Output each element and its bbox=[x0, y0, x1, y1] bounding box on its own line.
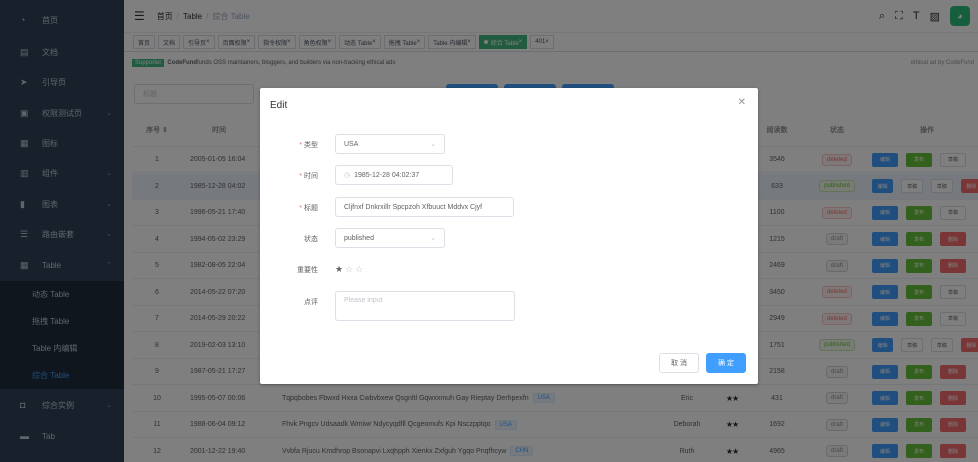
star-icon[interactable]: ☆ bbox=[345, 264, 355, 274]
title-input[interactable]: Cljfnxf Dnkrxillr Spcpzoh Xfbuuct Mddvx … bbox=[335, 197, 514, 217]
confirm-button[interactable]: 确 定 bbox=[706, 353, 746, 373]
star-icon[interactable]: ☆ bbox=[355, 264, 365, 274]
label-remark: 点评 bbox=[304, 299, 318, 306]
form-row-type: * 类型 USA ⌄ bbox=[260, 132, 758, 156]
importance-rate[interactable]: ★☆☆ bbox=[335, 264, 365, 275]
form-row-title: * 标题 Cljfnxf Dnkrxillr Spcpzoh Xfbuuct Md… bbox=[260, 195, 758, 219]
form-row-remark: 点评 Please input bbox=[260, 289, 758, 321]
cancel-button[interactable]: 取 消 bbox=[659, 353, 699, 373]
clock-icon: ◷ bbox=[344, 172, 351, 179]
remark-textarea[interactable]: Please input bbox=[335, 291, 515, 321]
label-type: * 类型 bbox=[299, 142, 318, 149]
label-title: * 标题 bbox=[299, 205, 318, 212]
star-icon[interactable]: ★ bbox=[335, 264, 345, 274]
status-select[interactable]: published ⌄ bbox=[335, 228, 445, 248]
form-row-importance: 重要性 ★☆☆ bbox=[260, 257, 758, 281]
label-importance: 重要性 bbox=[297, 267, 318, 274]
dialog-title: Edit bbox=[270, 100, 288, 111]
label-status: 状态 bbox=[304, 236, 318, 243]
form-row-time: * 时间 ◷ 1985-12-28 04:02:37 bbox=[260, 163, 758, 187]
chevron-down-icon: ⌄ bbox=[430, 141, 436, 148]
chevron-down-icon: ⌄ bbox=[430, 235, 436, 242]
close-icon[interactable]: ✕ bbox=[738, 97, 746, 108]
time-picker[interactable]: ◷ 1985-12-28 04:02:37 bbox=[335, 165, 453, 185]
form-row-status: 状态 published ⌄ bbox=[260, 226, 758, 250]
edit-dialog: Edit ✕ * 类型 USA ⌄ * 时间 ◷ 1985-12-28 04:02:37… bbox=[260, 88, 758, 384]
label-time: * 时间 bbox=[299, 173, 318, 180]
type-select[interactable]: USA ⌄ bbox=[335, 134, 445, 154]
